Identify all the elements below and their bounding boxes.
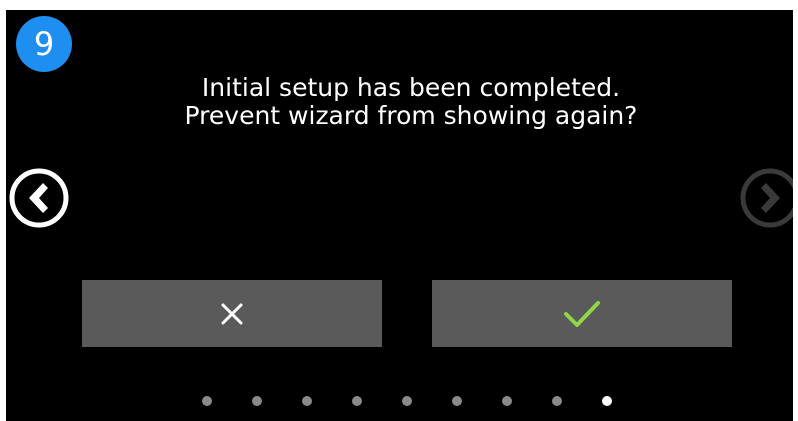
message-line-2: Prevent wizard from showing again? bbox=[184, 101, 638, 130]
previous-page-button[interactable] bbox=[8, 167, 70, 229]
cancel-button[interactable] bbox=[82, 280, 382, 347]
page-dot-8 bbox=[552, 396, 562, 406]
page-dot-7 bbox=[502, 396, 512, 406]
page-dot-6 bbox=[452, 396, 462, 406]
page-dot-1 bbox=[202, 396, 212, 406]
next-page-button[interactable] bbox=[739, 167, 793, 229]
message-line-1: Initial setup has been completed. bbox=[201, 73, 621, 102]
page-dot-9 bbox=[602, 396, 612, 406]
page-dot-3 bbox=[302, 396, 312, 406]
setup-wizard-screen: 9 Initial setup has been completed. Prev… bbox=[6, 10, 793, 421]
confirm-button[interactable] bbox=[432, 280, 732, 347]
checkmark-icon bbox=[564, 300, 600, 327]
chevron-right-circle-icon bbox=[740, 168, 793, 228]
x-icon bbox=[221, 303, 243, 324]
page-dot-5 bbox=[402, 396, 412, 406]
page-dot-4 bbox=[352, 396, 362, 406]
page-dot-2 bbox=[252, 396, 262, 406]
step-number-badge: 9 bbox=[16, 16, 72, 72]
completion-message: Initial setup has been completed. Preven… bbox=[106, 74, 716, 130]
chevron-left-circle-icon bbox=[9, 168, 69, 228]
